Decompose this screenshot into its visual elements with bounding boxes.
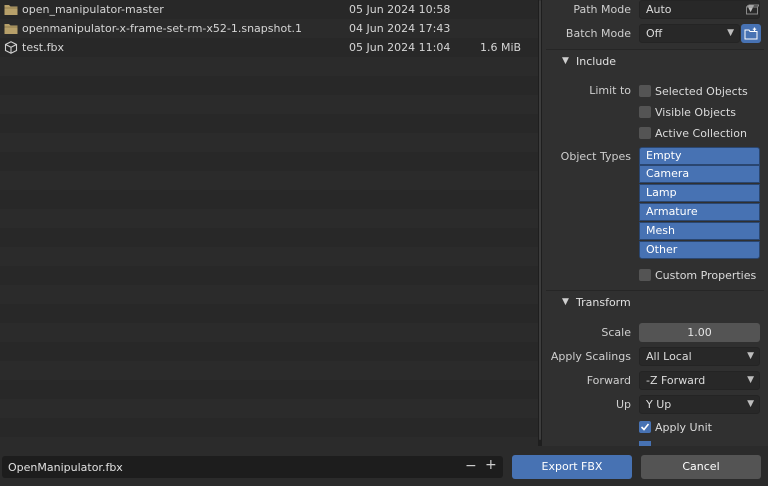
apply-unit-label: Apply Unit (655, 420, 712, 434)
chevron-down-icon: ▼ (747, 351, 754, 361)
filename-value: OpenManipulator.fbx (8, 461, 123, 474)
checkbox-box (639, 106, 651, 118)
object-types-label: Object Types (560, 150, 631, 163)
limit-to-label: Limit to (589, 84, 631, 97)
file-name: open_manipulator-master (22, 3, 164, 16)
apply-scalings-label: Apply Scalings (550, 350, 631, 363)
decrement-filename-button[interactable]: − (465, 458, 477, 474)
apply-unit-checkbox[interactable]: Apply Unit (639, 419, 712, 435)
path-mode-label: Path Mode (573, 3, 631, 16)
up-dropdown[interactable]: Y Up ▼ (639, 395, 760, 414)
selected-objects-checkbox[interactable]: Selected Objects (639, 83, 748, 99)
section-divider (546, 290, 764, 291)
file-date: 04 Jun 2024 17:43 (349, 22, 451, 35)
batch-mode-value: Off (646, 27, 663, 40)
batch-own-dir-toggle[interactable] (741, 24, 761, 43)
custom-properties-checkbox[interactable]: Custom Properties (639, 267, 756, 283)
visible-objects-checkbox[interactable]: Visible Objects (639, 104, 736, 120)
transform-section-title: Transform (576, 296, 631, 309)
chevron-down-icon: ▼ (747, 375, 754, 385)
checkbox-box (639, 85, 651, 97)
file-date: 05 Jun 2024 10:58 (349, 3, 451, 16)
cube-icon (4, 41, 18, 54)
scale-label: Scale (601, 326, 631, 339)
object-type-other-toggle[interactable]: Other (639, 241, 760, 259)
forward-dropdown[interactable]: -Z Forward ▼ (639, 371, 760, 390)
transform-section-header[interactable]: ▼ Transform (542, 293, 768, 313)
chevron-down-icon: ▼ (747, 399, 754, 409)
cancel-button[interactable]: Cancel (641, 455, 761, 479)
filename-input[interactable]: OpenManipulator.fbx − + (2, 456, 503, 478)
chevron-down-icon: ▼ (727, 28, 734, 38)
file-browser-footer: OpenManipulator.fbx − + Export FBX Cance… (0, 446, 768, 486)
checkbox-box (639, 127, 651, 139)
object-type-lamp-toggle[interactable]: Lamp (639, 184, 760, 202)
up-label: Up (615, 398, 631, 411)
file-row[interactable]: test.fbx 05 Jun 2024 11:04 1.6 MiB (0, 38, 538, 57)
export-fbx-button[interactable]: Export FBX (512, 455, 632, 479)
forward-label: Forward (586, 374, 631, 387)
checkmark-icon (639, 421, 651, 433)
active-collection-label: Active Collection (655, 126, 747, 140)
visible-objects-label: Visible Objects (655, 105, 736, 119)
file-row[interactable]: openmanipulator-x-frame-set-rm-x52-1.sna… (0, 19, 538, 38)
batch-mode-label: Batch Mode (565, 27, 631, 40)
path-mode-value: Auto (646, 3, 672, 16)
scrollbar[interactable] (539, 0, 541, 440)
object-type-armature-toggle[interactable]: Armature (639, 203, 760, 221)
active-collection-checkbox[interactable]: Active Collection (639, 125, 747, 141)
embed-textures-toggle[interactable] (742, 0, 762, 19)
folder-add-icon (744, 27, 758, 40)
apply-scalings-value: All Local (646, 350, 692, 363)
file-list: open_manipulator-master 05 Jun 2024 10:5… (0, 0, 538, 452)
folder-icon (4, 5, 18, 15)
object-type-empty-toggle[interactable]: Empty (639, 147, 760, 165)
up-value: Y Up (646, 398, 672, 411)
batch-mode-dropdown[interactable]: Off ▼ (639, 24, 740, 43)
checkbox-box (639, 269, 651, 281)
file-size: 1.6 MiB (480, 41, 522, 54)
include-section-header[interactable]: ▼ Include (542, 52, 768, 72)
increment-filename-button[interactable]: + (485, 457, 497, 473)
export-options-panel: Path Mode Auto ▼ Batch Mode Off ▼ ▼ Incl… (542, 0, 768, 446)
file-row[interactable]: open_manipulator-master 05 Jun 2024 10:5… (0, 0, 538, 19)
apply-scalings-dropdown[interactable]: All Local ▼ (639, 347, 760, 366)
folder-icon (4, 24, 18, 34)
custom-properties-label: Custom Properties (655, 268, 757, 282)
selected-objects-label: Selected Objects (655, 84, 748, 98)
object-type-camera-toggle[interactable]: Camera (639, 165, 760, 183)
section-divider (546, 49, 764, 50)
chevron-down-icon: ▼ (562, 56, 569, 66)
object-type-mesh-toggle[interactable]: Mesh (639, 222, 760, 240)
include-section-title: Include (576, 55, 617, 68)
package-icon (746, 4, 759, 14)
file-name: openmanipulator-x-frame-set-rm-x52-1.sna… (22, 22, 303, 35)
scale-field[interactable]: 1.00 (639, 323, 760, 342)
forward-value: -Z Forward (646, 374, 706, 387)
file-date: 05 Jun 2024 11:04 (349, 41, 451, 54)
file-name: test.fbx (22, 41, 64, 54)
chevron-down-icon: ▼ (562, 297, 569, 307)
